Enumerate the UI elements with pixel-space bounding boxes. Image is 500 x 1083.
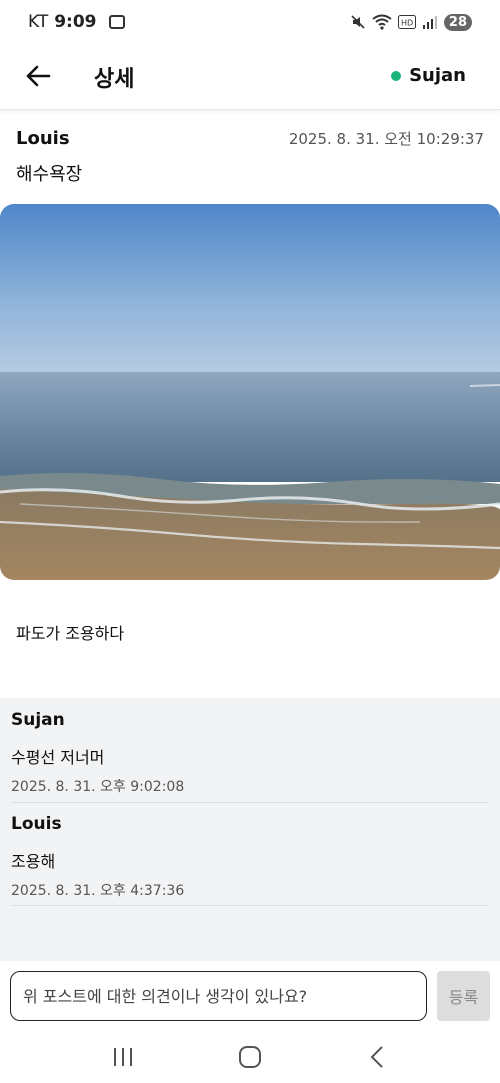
comment-timestamp: 2025. 8. 31. 오후 9:02:08 [11, 779, 185, 795]
system-nav-bar [0, 1031, 500, 1083]
comment-text: 수평선 저너머 [11, 748, 105, 767]
comment-author: Sujan [11, 710, 65, 730]
comment-item: Sujan 수평선 저너머 2025. 8. 31. 오후 9:02:08 [11, 710, 489, 803]
mute-icon [351, 15, 365, 29]
page-title: 상세 [94, 67, 135, 92]
comment-input-bar: 등록 [0, 961, 500, 1031]
clock: 9:09 [54, 12, 97, 32]
beach-photo-icon [0, 204, 500, 580]
comment-author: Louis [11, 814, 62, 834]
home-button[interactable] [230, 1037, 270, 1077]
home-icon [238, 1046, 261, 1068]
comment-item: Louis 조용해 2025. 8. 31. 오후 4:37:36 [11, 814, 489, 906]
status-right: HD 28 [350, 13, 472, 31]
comment-text: 조용해 [11, 852, 56, 871]
recent-apps-icon [114, 1048, 133, 1066]
submit-button[interactable]: 등록 [437, 971, 490, 1021]
post-image[interactable] [0, 204, 500, 580]
app-bar: 상세 Sujan [0, 44, 500, 110]
wifi-icon [372, 14, 392, 30]
arrow-left-icon [26, 65, 51, 87]
screen-capture-icon [108, 15, 125, 29]
comment-input[interactable] [10, 971, 427, 1021]
signal-icon [422, 16, 437, 29]
recent-apps-button[interactable] [103, 1037, 143, 1077]
back-button[interactable] [22, 60, 54, 92]
post-title: 해수욕장 [16, 164, 83, 185]
svg-text:HD: HD [401, 19, 413, 28]
post-body: 파도가 조용하다 [16, 624, 125, 643]
current-user-name: Sujan [409, 65, 466, 86]
chevron-left-icon [370, 1046, 383, 1068]
comment-timestamp: 2025. 8. 31. 오후 4:37:36 [11, 883, 185, 899]
post-author: Louis [16, 128, 70, 149]
comment-list: Sujan 수평선 저너머 2025. 8. 31. 오후 9:02:08 Lo… [0, 698, 500, 961]
battery-badge: 28 [443, 13, 472, 31]
online-status-icon [391, 70, 402, 81]
status-left: KT 9:09 [28, 12, 125, 32]
post-timestamp: 2025. 8. 31. 오전 10:29:37 [288, 130, 484, 148]
hd-icon: HD [397, 15, 416, 29]
status-bar: KT 9:09 HD 28 [0, 0, 500, 44]
system-back-button[interactable] [357, 1037, 397, 1077]
current-user[interactable]: Sujan [391, 65, 466, 86]
carrier-label: KT [28, 12, 49, 32]
